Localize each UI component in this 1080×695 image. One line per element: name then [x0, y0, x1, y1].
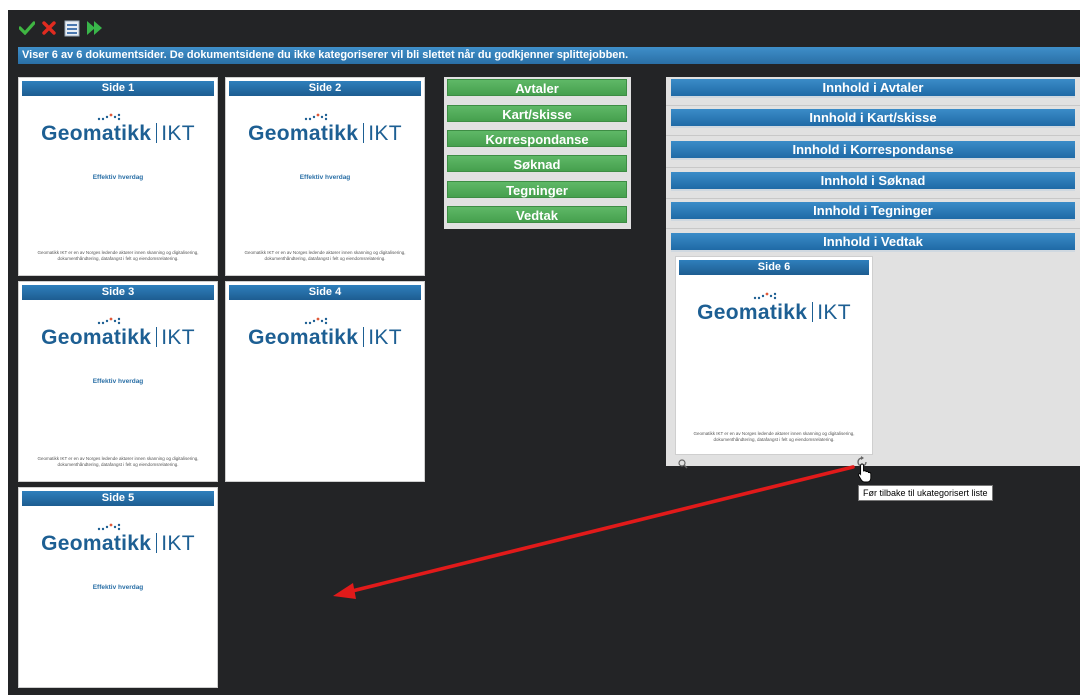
annotation-arrow-icon — [333, 465, 855, 599]
